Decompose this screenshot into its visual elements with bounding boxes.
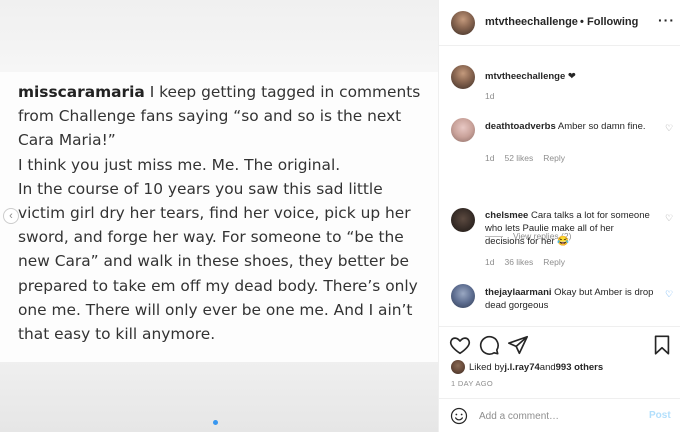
header-username[interactable]: mtvtheechallenge [485,16,578,28]
speech-bubble-icon[interactable] [478,334,500,356]
comment-avatar[interactable] [451,118,475,142]
post-image[interactable]: misscaramaria I keep getting tagged in c… [0,0,438,432]
comment-avatar[interactable] [451,208,475,232]
image-caption-handle: misscaramaria [18,83,145,101]
post-side-panel: mtvtheechallenge • Following ··· mtvthee… [438,0,680,432]
comment-meta: 1d [485,91,504,101]
following-button[interactable]: Following [587,16,638,28]
comment-text: deathtoadverbs Amber so damn fine. [485,120,655,133]
comment-time: 1d [485,91,495,101]
smiley-icon[interactable] [450,407,468,425]
image-top-band [0,0,438,72]
comment-heart-icon[interactable]: ♡ [665,123,673,134]
reply-button[interactable]: Reply [543,257,565,267]
comment-username[interactable]: thejaylaarmani [485,287,552,298]
comment-avatar[interactable] [451,65,475,89]
likes-user[interactable]: j.l.ray74 [504,362,539,373]
comment-meta: 1d 52 likes Reply [485,153,575,163]
image-caption-paragraph-1: misscaramaria I keep getting tagged in c… [18,80,428,153]
post-header: mtvtheechallenge • Following ··· [439,0,680,46]
heart-icon[interactable] [449,334,471,356]
liker-avatar[interactable] [451,360,465,374]
image-caption-text: misscaramaria I keep getting tagged in c… [18,80,428,346]
image-caption-line-3: In the course of 10 years you saw this s… [18,179,418,344]
comment-username[interactable]: mtvtheechallenge [485,71,565,82]
post-actions-bar [439,326,680,360]
likes-prefix: Liked by [469,361,505,373]
bookmark-icon[interactable] [651,334,673,356]
more-options-icon[interactable]: ··· [658,12,675,28]
comment-username[interactable]: deathtoadverbs [485,121,556,132]
likes-others[interactable]: 993 others [556,362,604,373]
comment-body: ❤ [565,71,576,82]
comment-meta: 1d 36 likes Reply [485,257,575,267]
comment-text: chelsmee Cara talks a lot for someone wh… [485,209,655,248]
comments-list[interactable]: mtvtheechallenge ❤ 1d deathtoadverbs Amb… [439,47,680,324]
likes-summary[interactable]: Liked by j.l.ray74 and 993 others [451,359,603,375]
paper-plane-icon[interactable] [507,334,529,356]
comment-heart-icon[interactable]: ♡ [665,289,673,300]
comment-input[interactable] [479,408,629,424]
comment-text: thejaylaarmani Okay but Amber is drop de… [485,286,655,312]
avatar[interactable] [451,11,475,35]
comment-time: 1d [485,153,495,163]
carousel-prev-icon[interactable]: ‹ [3,208,19,224]
carousel-dots [213,420,218,425]
post-button[interactable]: Post [649,410,671,421]
comment-text: mtvtheechallenge ❤ [485,70,655,83]
comment-heart-icon[interactable]: ♡ [665,213,673,224]
post-date[interactable]: 1 DAY AGO [451,379,493,388]
comment-username[interactable]: chelsmee [485,210,528,221]
image-bottom-band [0,362,438,432]
comment-time: 1d [485,257,495,267]
add-comment-bar: Post [439,398,680,432]
header-separator: • [580,16,584,28]
image-caption-line-2: I think you just miss me. Me. The origin… [18,155,341,174]
likes-middle: and [539,361,556,373]
comment-body: Amber so damn fine. [555,121,646,132]
carousel-dot-active [213,420,218,425]
reply-button[interactable]: Reply [543,153,565,163]
comment-likes[interactable]: 52 likes [504,153,533,163]
comment-likes[interactable]: 36 likes [504,257,533,267]
comment-avatar[interactable] [451,284,475,308]
